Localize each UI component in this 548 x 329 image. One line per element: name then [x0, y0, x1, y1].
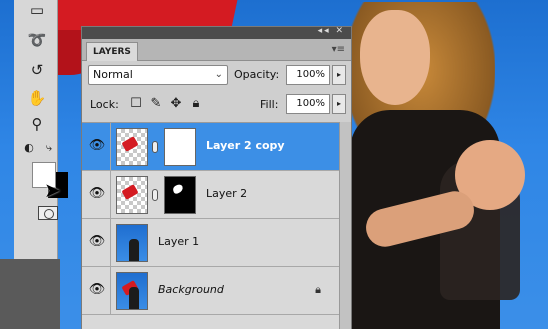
divider	[110, 123, 111, 171]
hand-icon[interactable]: ✋	[26, 88, 48, 108]
photoshop-screen: ▭ ➰ ↺ ✋ ⚲ ◐ ⤷ ➤ ◂◂ ✕ LAYERS ▾≡ Normal ⌄ …	[0, 0, 548, 329]
zoom-icon[interactable]: ⚲	[26, 114, 48, 134]
blend-mode-value: Normal	[93, 68, 133, 81]
thumb-figure	[129, 287, 139, 309]
layer-thumbnail	[116, 272, 148, 310]
fill-label: Fill:	[260, 98, 279, 111]
tools-panel: ▭ ➰ ↺ ✋ ⚲ ◐ ⤷ ➤	[14, 0, 68, 259]
mask-shape	[171, 183, 185, 195]
visibility-eye-icon[interactable]: 👁︎	[86, 233, 108, 251]
divider	[110, 219, 111, 267]
woman-face	[360, 10, 430, 105]
history-brush-icon[interactable]: ↺	[26, 60, 48, 80]
layer-mask-thumbnail[interactable]	[164, 176, 196, 214]
visibility-eye-icon[interactable]: 👁︎	[86, 137, 108, 155]
visibility-eye-icon[interactable]: 👁︎	[86, 281, 108, 299]
lock-position-icon[interactable]: ✥	[168, 96, 184, 112]
layer-thumbnail	[116, 224, 148, 262]
opacity-slider-button[interactable]: ▸	[332, 65, 346, 85]
fill-slider-button[interactable]: ▸	[332, 94, 346, 114]
layer-mask-thumbnail[interactable]	[164, 128, 196, 166]
blend-row: Normal ⌄ Opacity: 100% ▸	[82, 65, 351, 87]
layer-row[interactable]: 👁︎ Background 🔒︎	[82, 267, 351, 315]
mouse-pointer-icon: ➤	[44, 178, 61, 202]
quick-mask-icon[interactable]	[38, 206, 58, 220]
thumb-figure	[129, 239, 139, 261]
visibility-eye-icon[interactable]: 👁︎	[86, 185, 108, 203]
panel-titlebar[interactable]: ◂◂ ✕	[82, 26, 351, 39]
layer-row[interactable]: 👁︎ Layer 2	[82, 171, 351, 219]
panel-tabbar: LAYERS ▾≡	[82, 39, 351, 61]
lock-label: Lock:	[90, 98, 119, 111]
layer-row[interactable]: 👁︎ Layer 1	[82, 219, 351, 267]
layers-panel: ◂◂ ✕ LAYERS ▾≡ Normal ⌄ Opacity: 100% ▸ …	[81, 26, 352, 329]
panel-menu-icon[interactable]: ▾≡	[332, 44, 345, 55]
layer-name: Layer 2 copy	[206, 139, 285, 152]
layer-name: Layer 1	[158, 235, 200, 248]
mask-link-icon[interactable]	[152, 189, 158, 201]
lock-all-icon[interactable]: 🔒︎	[188, 96, 204, 112]
lock-image-icon[interactable]: ✎	[148, 96, 164, 112]
layer-thumbnail	[116, 176, 148, 214]
opacity-label: Opacity:	[234, 68, 280, 81]
lock-row: Lock: ☐ ✎ ✥ 🔒︎ Fill: 100% ▸	[82, 94, 351, 116]
lock-transparent-icon[interactable]: ☐	[128, 96, 144, 112]
swap-colors-icon[interactable]: ⤷	[38, 138, 60, 158]
opacity-input[interactable]: 100%	[286, 65, 330, 85]
layers-scrollbar[interactable]	[339, 122, 351, 329]
layer-name: Layer 2	[206, 187, 248, 200]
lock-icon: 🔒︎	[315, 283, 321, 296]
collapse-icon[interactable]: ◂◂ ✕	[318, 26, 345, 36]
marquee-icon[interactable]: ▭	[26, 0, 48, 20]
default-colors-icon[interactable]: ◐	[18, 138, 40, 158]
mask-link-icon[interactable]	[152, 141, 158, 153]
layer-thumbnail	[116, 128, 148, 166]
lasso-icon[interactable]: ➰	[26, 30, 48, 50]
layer-name: Background	[158, 283, 224, 296]
tools-panel-empty	[0, 259, 60, 329]
chevron-down-icon: ⌄	[214, 69, 223, 80]
thumb-cloth	[121, 136, 139, 152]
divider	[110, 171, 111, 219]
divider	[110, 267, 111, 315]
blend-mode-select[interactable]: Normal ⌄	[88, 65, 228, 85]
tab-layers[interactable]: LAYERS	[86, 42, 138, 61]
layers-list: 👁︎ Layer 2 copy 👁︎ Layer 2 👁︎ Layer 1 👁︎…	[82, 122, 351, 329]
thumb-cloth	[121, 184, 139, 200]
fill-input[interactable]: 100%	[286, 94, 330, 114]
layer-row[interactable]: 👁︎ Layer 2 copy	[82, 123, 351, 171]
